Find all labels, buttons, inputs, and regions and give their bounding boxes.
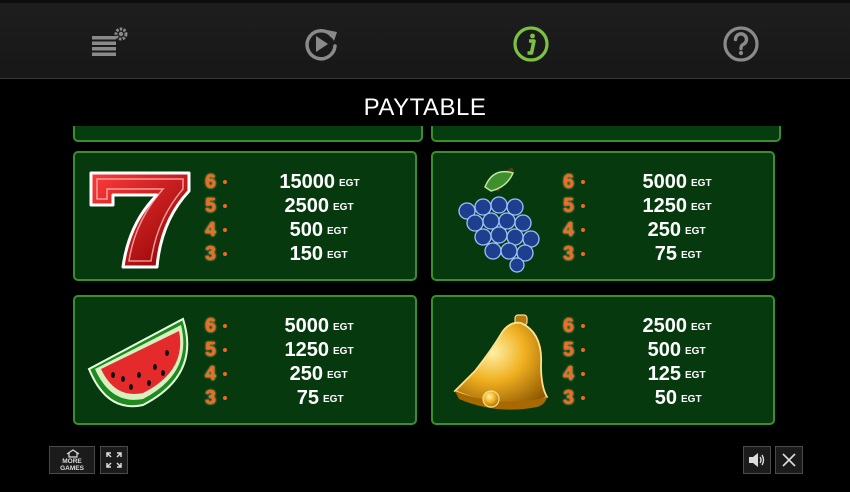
- bullet-dot: [223, 180, 227, 184]
- symbol-count: 4: [205, 363, 217, 385]
- pay-unit: EGT: [327, 250, 348, 261]
- bullet-dot: [581, 348, 585, 352]
- symbol-count: 6: [563, 171, 575, 193]
- bullet-dot: [223, 204, 227, 208]
- pay-unit: EGT: [323, 394, 344, 405]
- bell-symbol-icon: [441, 305, 553, 417]
- pay-value: 1250: [642, 195, 688, 217]
- pay-unit: EGT: [681, 250, 702, 261]
- pay-unit: EGT: [685, 346, 706, 357]
- symbol-count: 4: [563, 219, 575, 241]
- bullet-dot: [581, 228, 585, 232]
- paytable-card-watermelon: 6 5000 EGT 5 1250 EGT 4 250 EGT 3 75 EGT: [73, 295, 417, 425]
- pay-value: 5000: [284, 315, 330, 337]
- symbol-count: 5: [205, 339, 217, 361]
- pay-unit: EGT: [685, 226, 706, 237]
- bullet-dot: [223, 348, 227, 352]
- symbol-count: 6: [563, 315, 575, 337]
- symbol-count: 3: [205, 387, 217, 409]
- top-toolbar: [0, 0, 850, 79]
- bullet-dot: [223, 372, 227, 376]
- pay-unit: EGT: [333, 202, 354, 213]
- pay-value: 50: [654, 387, 677, 409]
- symbol-count: 5: [563, 195, 575, 217]
- symbol-count: 3: [563, 387, 575, 409]
- symbol-count: 4: [205, 219, 217, 241]
- pay-value: 2500: [642, 315, 688, 337]
- pay-value: 500: [647, 339, 681, 361]
- speaker-icon: [749, 453, 765, 467]
- bullet-dot: [223, 252, 227, 256]
- symbol-count: 3: [205, 243, 217, 265]
- toolbar-edge: [0, 0, 850, 3]
- pay-value: 5000: [642, 171, 688, 193]
- paytable-card-bell: 6 2500 EGT 5 500 EGT 4 125 EGT 3 50 EGT: [431, 295, 775, 425]
- bullet-dot: [223, 228, 227, 232]
- symbol-count: 3: [563, 243, 575, 265]
- fullscreen-button[interactable]: [100, 446, 128, 474]
- paytable-card-grapes: 6 5000 EGT 5 1250 EGT 4 250 EGT 3 75 EGT: [431, 151, 775, 281]
- pay-value: 1250: [284, 339, 330, 361]
- pay-unit: EGT: [681, 394, 702, 405]
- pay-value: 2500: [284, 195, 330, 217]
- pay-unit: EGT: [339, 178, 360, 189]
- pay-value: 15000: [279, 171, 335, 193]
- page-title: PAYTABLE: [363, 94, 487, 121]
- symbol-count: 4: [563, 363, 575, 385]
- sound-button[interactable]: [743, 446, 771, 474]
- bet-settings-icon[interactable]: [90, 24, 130, 64]
- pay-unit: EGT: [333, 346, 354, 357]
- help-icon[interactable]: [721, 24, 761, 64]
- more-games-label: MORE GAMES: [50, 458, 94, 472]
- close-icon: [782, 453, 796, 467]
- close-button[interactable]: [775, 446, 803, 474]
- bullet-dot: [581, 180, 585, 184]
- pay-unit: EGT: [333, 322, 354, 333]
- pay-unit: EGT: [691, 202, 712, 213]
- home-icon: [66, 449, 80, 458]
- pay-unit: EGT: [691, 178, 712, 189]
- watermelon-symbol-icon: [83, 305, 195, 417]
- bullet-dot: [581, 396, 585, 400]
- symbol-count: 5: [205, 195, 217, 217]
- paytable-card-seven: 6 15000 EGT 5 2500 EGT 4 500 EGT 3 150 E…: [73, 151, 417, 281]
- seven-symbol-icon: [83, 161, 195, 273]
- more-games-button[interactable]: MORE GAMES: [49, 446, 95, 474]
- symbol-count: 6: [205, 315, 217, 337]
- autoplay-icon[interactable]: [301, 24, 341, 64]
- pay-value: 500: [289, 219, 323, 241]
- more-games-line1: MORE: [62, 458, 82, 465]
- bullet-dot: [581, 204, 585, 208]
- bullet-dot: [581, 252, 585, 256]
- pay-unit: EGT: [327, 226, 348, 237]
- pay-value: 250: [647, 219, 681, 241]
- grapes-symbol-icon: [441, 161, 553, 273]
- info-icon[interactable]: [511, 24, 551, 64]
- bullet-dot: [581, 372, 585, 376]
- bullet-dot: [223, 324, 227, 328]
- pay-unit: EGT: [691, 322, 712, 333]
- symbol-count: 5: [563, 339, 575, 361]
- bullet-dot: [581, 324, 585, 328]
- bullet-dot: [223, 396, 227, 400]
- pay-value: 125: [647, 363, 681, 385]
- symbol-count: 6: [205, 171, 217, 193]
- pay-value: 75: [654, 243, 677, 265]
- pay-unit: EGT: [327, 370, 348, 381]
- pay-unit: EGT: [685, 370, 706, 381]
- more-games-line2: GAMES: [60, 465, 84, 472]
- pay-value: 75: [296, 387, 319, 409]
- paytable-row-above-left: [73, 126, 423, 142]
- fullscreen-icon: [106, 452, 122, 468]
- pay-value: 250: [289, 363, 323, 385]
- paytable-row-above-right: [431, 126, 781, 142]
- pay-value: 150: [289, 243, 323, 265]
